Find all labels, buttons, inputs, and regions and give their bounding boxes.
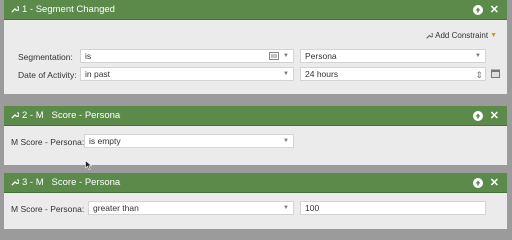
filter-title-3: 3 - M Score - Persona: [22, 177, 121, 188]
operator-select-m-score[interactable]: is empty ▼: [84, 134, 294, 148]
close-icon[interactable]: ✕: [490, 177, 499, 188]
constraint-label-m-score: M Score - Persona:: [11, 137, 85, 147]
add-constraint-label: Add Constraint: [435, 31, 489, 40]
operator-value: is empty: [89, 136, 121, 146]
filter-header-2[interactable]: 2 - M Score - Persona ✕: [4, 106, 507, 126]
filter-panel-3: 3 - M Score - Persona ✕ M Score - Person…: [4, 173, 507, 229]
wrench-icon[interactable]: [9, 178, 19, 188]
list-icon[interactable]: [269, 52, 279, 62]
wrench-icon: [426, 32, 434, 39]
filter-panel-1: 1 - Segment Changed ✕ Add Constraint ▼ S…: [4, 0, 507, 94]
wrench-icon[interactable]: [9, 5, 19, 15]
chevron-down-icon: ▼: [283, 205, 289, 211]
arrow-up-icon[interactable]: [472, 177, 483, 188]
chevron-down-icon: ⇕: [475, 70, 483, 80]
operator-select-m-score[interactable]: greater than ▼: [88, 201, 294, 215]
operator-value: is: [85, 51, 92, 61]
value-text: 100: [305, 203, 320, 213]
value-text: Persona: [305, 51, 337, 61]
constraint-label-date-of-activity: Date of Activity:: [18, 70, 77, 80]
chevron-down-icon: ▼: [283, 138, 289, 144]
close-icon[interactable]: ✕: [490, 4, 499, 15]
value-input-m-score[interactable]: 100: [300, 201, 486, 215]
add-constraint-button[interactable]: Add Constraint ▼: [425, 31, 497, 40]
filter-panel-2: 2 - M Score - Persona ✕ M Score - Person…: [4, 106, 507, 165]
value-input-date[interactable]: 24 hours ⇕: [300, 67, 486, 81]
close-icon[interactable]: ✕: [490, 110, 499, 121]
value-select-segmentation[interactable]: Persona ▼: [300, 49, 486, 63]
filter-title-2: 2 - M Score - Persona: [22, 110, 121, 121]
arrow-up-icon[interactable]: [472, 4, 483, 15]
mouse-cursor-icon: [85, 160, 92, 170]
filter-header-3[interactable]: 3 - M Score - Persona ✕: [4, 173, 507, 193]
arrow-up-icon[interactable]: [472, 110, 483, 121]
operator-value: in past: [85, 69, 111, 79]
chevron-down-icon: ▼: [283, 71, 289, 77]
chevron-down-icon: ▼: [283, 53, 289, 59]
chevron-down-icon: ▼: [475, 53, 481, 59]
operator-value: greater than: [93, 203, 139, 213]
constraint-label-m-score: M Score - Persona:: [11, 204, 85, 214]
calendar-icon[interactable]: [491, 69, 500, 80]
operator-select-segmentation[interactable]: is ▼: [80, 49, 294, 63]
filter-header-1[interactable]: 1 - Segment Changed ✕: [4, 0, 507, 20]
operator-select-date[interactable]: in past ▼: [80, 67, 294, 81]
constraint-label-segmentation: Segmentation:: [18, 52, 73, 62]
wrench-icon[interactable]: [9, 111, 19, 121]
value-text: 24 hours: [305, 69, 339, 79]
filter-title-1: 1 - Segment Changed: [22, 4, 115, 15]
chevron-down-icon: ▼: [490, 32, 497, 39]
